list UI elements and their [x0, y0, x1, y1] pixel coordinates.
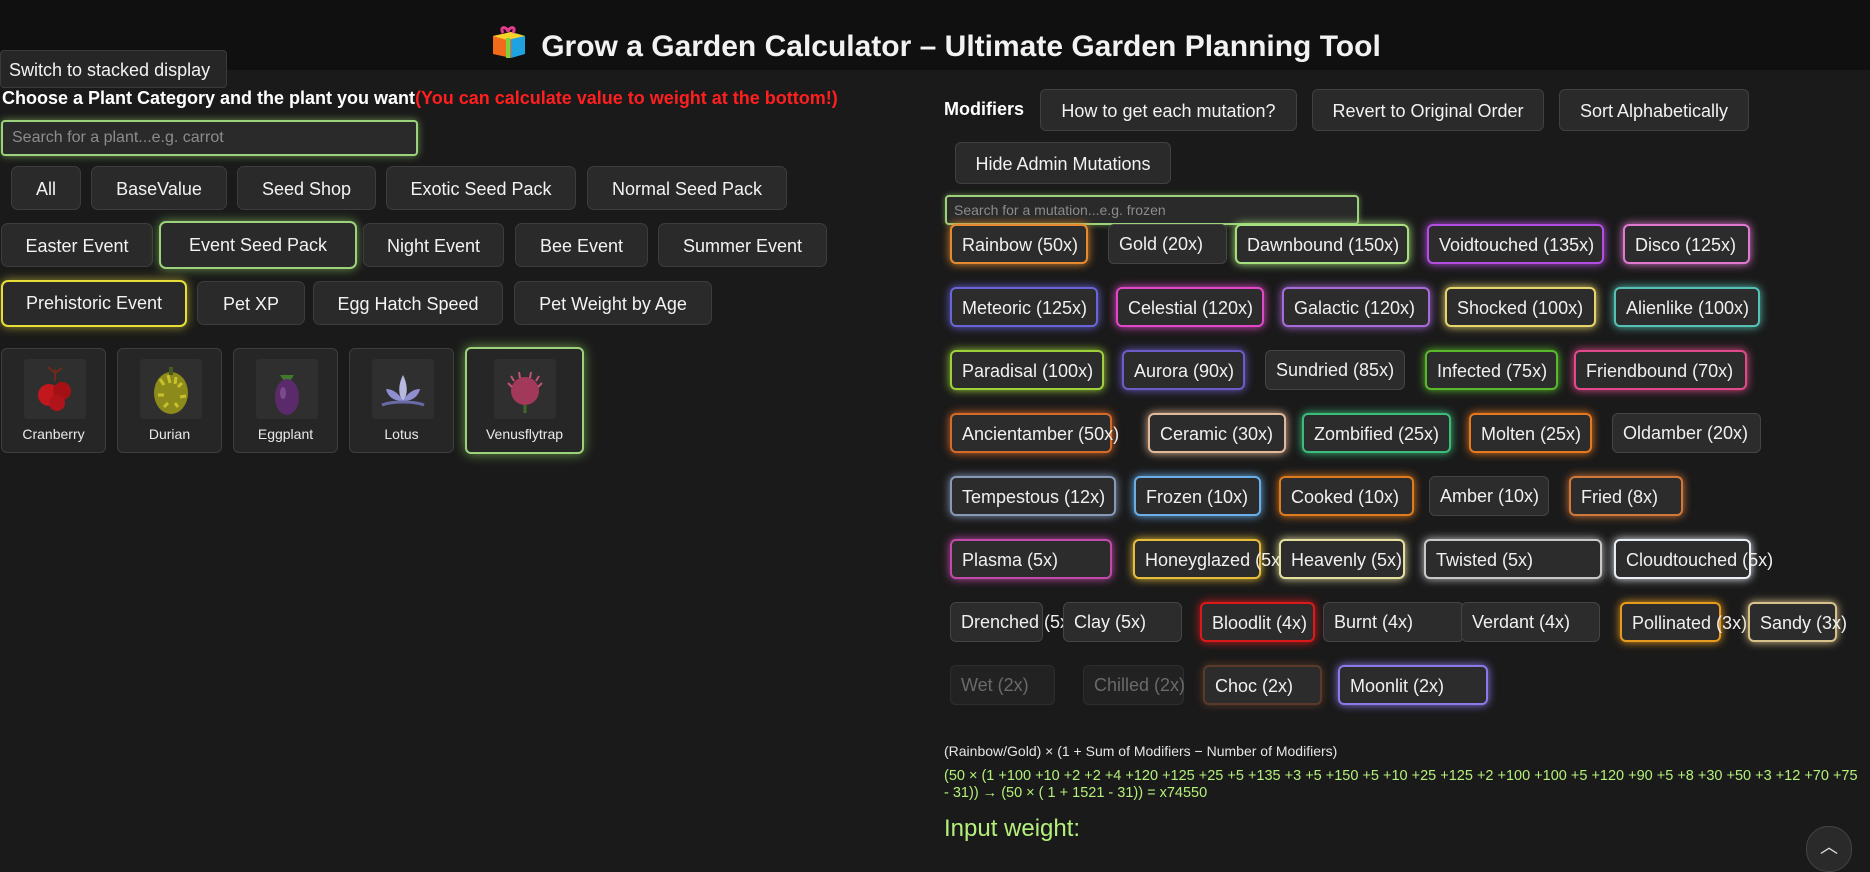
mutation-shocked[interactable]: Shocked (100x): [1445, 287, 1596, 327]
category-exotic-seed-pack[interactable]: Exotic Seed Pack: [386, 166, 576, 210]
sort-alphabetically-button[interactable]: Sort Alphabetically: [1559, 89, 1749, 131]
plant-name: Lotus: [384, 426, 419, 442]
mutation-search-input[interactable]: [945, 195, 1359, 225]
scroll-top-button[interactable]: ︿: [1806, 826, 1852, 872]
mutation-amber[interactable]: Amber (10x): [1429, 476, 1549, 516]
plant-name: Eggplant: [257, 426, 314, 442]
durian-icon: [140, 359, 202, 419]
plant-name: Venusflytrap: [485, 426, 564, 442]
instruction-text: Choose a Plant Category and the plant yo…: [2, 88, 416, 108]
plant-card-eggplant[interactable]: Eggplant: [233, 348, 338, 453]
mutation-sundried[interactable]: Sundried (85x): [1265, 350, 1405, 390]
mutation-paradisal[interactable]: Paradisal (100x): [950, 350, 1104, 390]
mutation-clay[interactable]: Clay (5x): [1063, 602, 1182, 642]
gift-box-icon: [489, 24, 527, 70]
mutation-pollinated[interactable]: Pollinated (3x): [1620, 602, 1747, 642]
plant-name: Durian: [148, 426, 191, 442]
category-night-event[interactable]: Night Event: [363, 223, 504, 267]
plant-search-input[interactable]: [1, 120, 418, 156]
hide-admin-mutations-button[interactable]: Hide Admin Mutations: [955, 142, 1171, 184]
category-summer-event[interactable]: Summer Event: [658, 223, 827, 267]
mutation-celestial[interactable]: Celestial (120x): [1116, 287, 1264, 327]
mutation-frozen[interactable]: Frozen (10x): [1134, 476, 1261, 516]
plant-card-venusflytrap[interactable]: Venusflytrap: [465, 347, 584, 454]
revert-order-button[interactable]: Revert to Original Order: [1312, 89, 1544, 131]
mutation-voidtouched[interactable]: Voidtouched (135x): [1427, 224, 1604, 264]
mutation-verdant[interactable]: Verdant (4x): [1461, 602, 1600, 642]
modifiers-label: Modifiers: [944, 99, 1025, 119]
category-bee-event[interactable]: Bee Event: [515, 223, 648, 267]
mutation-meteoric[interactable]: Meteoric (125x): [950, 287, 1098, 327]
title-text: Grow a Garden Calculator – Ultimate Gard…: [541, 30, 1381, 63]
input-weight-label: Input weight:: [944, 815, 1081, 842]
mutation-chilled[interactable]: Chilled (2x): [1083, 665, 1185, 705]
mutation-drenched[interactable]: Drenched (5x): [950, 602, 1075, 642]
mutation-alienlike[interactable]: Alienlike (100x): [1614, 287, 1760, 327]
category-event-seed-pack[interactable]: Event Seed Pack: [159, 221, 357, 269]
instruction-note: (You can calculate value to weight at th…: [415, 88, 838, 108]
category-pet-xp[interactable]: Pet XP: [197, 281, 305, 325]
mutation-oldamber[interactable]: Oldamber (20x): [1612, 413, 1761, 453]
plant-card-durian[interactable]: Durian: [117, 348, 222, 453]
mutation-ceramic[interactable]: Ceramic (30x): [1148, 413, 1286, 453]
mutation-moonlit[interactable]: Moonlit (2x): [1338, 665, 1488, 705]
category-basevalue[interactable]: BaseValue: [91, 166, 227, 210]
mutation-rainbow[interactable]: Rainbow (50x): [950, 224, 1088, 264]
mutation-cloudtouched[interactable]: Cloudtouched (5x): [1614, 539, 1773, 579]
mutation-ancientamber[interactable]: Ancientamber (50x): [950, 413, 1119, 453]
cranberry-icon: [24, 359, 86, 419]
mutation-heavenly[interactable]: Heavenly (5x): [1279, 539, 1405, 579]
category-pet-weight-by-age[interactable]: Pet Weight by Age: [514, 281, 712, 325]
mutation-disco[interactable]: Disco (125x): [1623, 224, 1750, 264]
how-to-get-mutation-button[interactable]: How to get each mutation?: [1040, 89, 1297, 131]
mutation-honeyglazed[interactable]: Honeyglazed (5x): [1133, 539, 1286, 579]
mutation-sandy[interactable]: Sandy (3x): [1748, 602, 1847, 642]
calculation-result: (50 × (1 +100 +10 +2 +2 +4 +120 +125 +25…: [944, 768, 1858, 801]
category-prehistoric-event[interactable]: Prehistoric Event: [1, 280, 187, 327]
mutation-cooked[interactable]: Cooked (10x): [1279, 476, 1414, 516]
mutation-bloodlit[interactable]: Bloodlit (4x): [1200, 602, 1315, 642]
lotus-icon: [372, 359, 434, 419]
category-easter-event[interactable]: Easter Event: [1, 223, 153, 267]
plant-name: Cranberry: [22, 426, 85, 442]
mutation-aurora[interactable]: Aurora (90x): [1122, 350, 1245, 390]
category-seed-shop[interactable]: Seed Shop: [237, 166, 376, 210]
formula-text: (Rainbow/Gold) × (1 + Sum of Modifiers −…: [944, 743, 1338, 759]
mutation-gold[interactable]: Gold (20x): [1108, 224, 1227, 264]
venusflytrap-icon: [494, 359, 556, 419]
page-title: Grow a Garden Calculator – Ultimate Gard…: [0, 24, 1870, 70]
mutation-molten[interactable]: Molten (25x): [1469, 413, 1592, 453]
mutation-wet[interactable]: Wet (2x): [950, 665, 1055, 705]
plant-card-cranberry[interactable]: Cranberry: [1, 348, 106, 453]
category-egg-hatch-speed[interactable]: Egg Hatch Speed: [313, 281, 503, 325]
mutation-zombified[interactable]: Zombified (25x): [1302, 413, 1451, 453]
mutation-fried[interactable]: Fried (8x): [1569, 476, 1683, 516]
mutation-infected[interactable]: Infected (75x): [1425, 350, 1558, 390]
mutation-twisted[interactable]: Twisted (5x): [1424, 539, 1602, 579]
eggplant-icon: [256, 359, 318, 419]
mutation-tempestous[interactable]: Tempestous (12x): [950, 476, 1116, 516]
chevron-up-icon: ︿: [1820, 837, 1838, 857]
mutation-friendbound[interactable]: Friendbound (70x): [1574, 350, 1747, 390]
plant-card-lotus[interactable]: Lotus: [349, 348, 454, 453]
switch-stacked-display-button[interactable]: Switch to stacked display: [0, 50, 227, 88]
category-normal-seed-pack[interactable]: Normal Seed Pack: [587, 166, 787, 210]
mutation-burnt[interactable]: Burnt (4x): [1323, 602, 1464, 642]
category-all[interactable]: All: [11, 166, 81, 210]
mutation-galactic[interactable]: Galactic (120x): [1282, 287, 1430, 327]
mutation-dawnbound[interactable]: Dawnbound (150x): [1235, 224, 1409, 264]
category-instruction: Choose a Plant Category and the plant yo…: [2, 88, 838, 109]
mutation-choc[interactable]: Choc (2x): [1203, 665, 1322, 705]
mutation-plasma[interactable]: Plasma (5x): [950, 539, 1112, 579]
